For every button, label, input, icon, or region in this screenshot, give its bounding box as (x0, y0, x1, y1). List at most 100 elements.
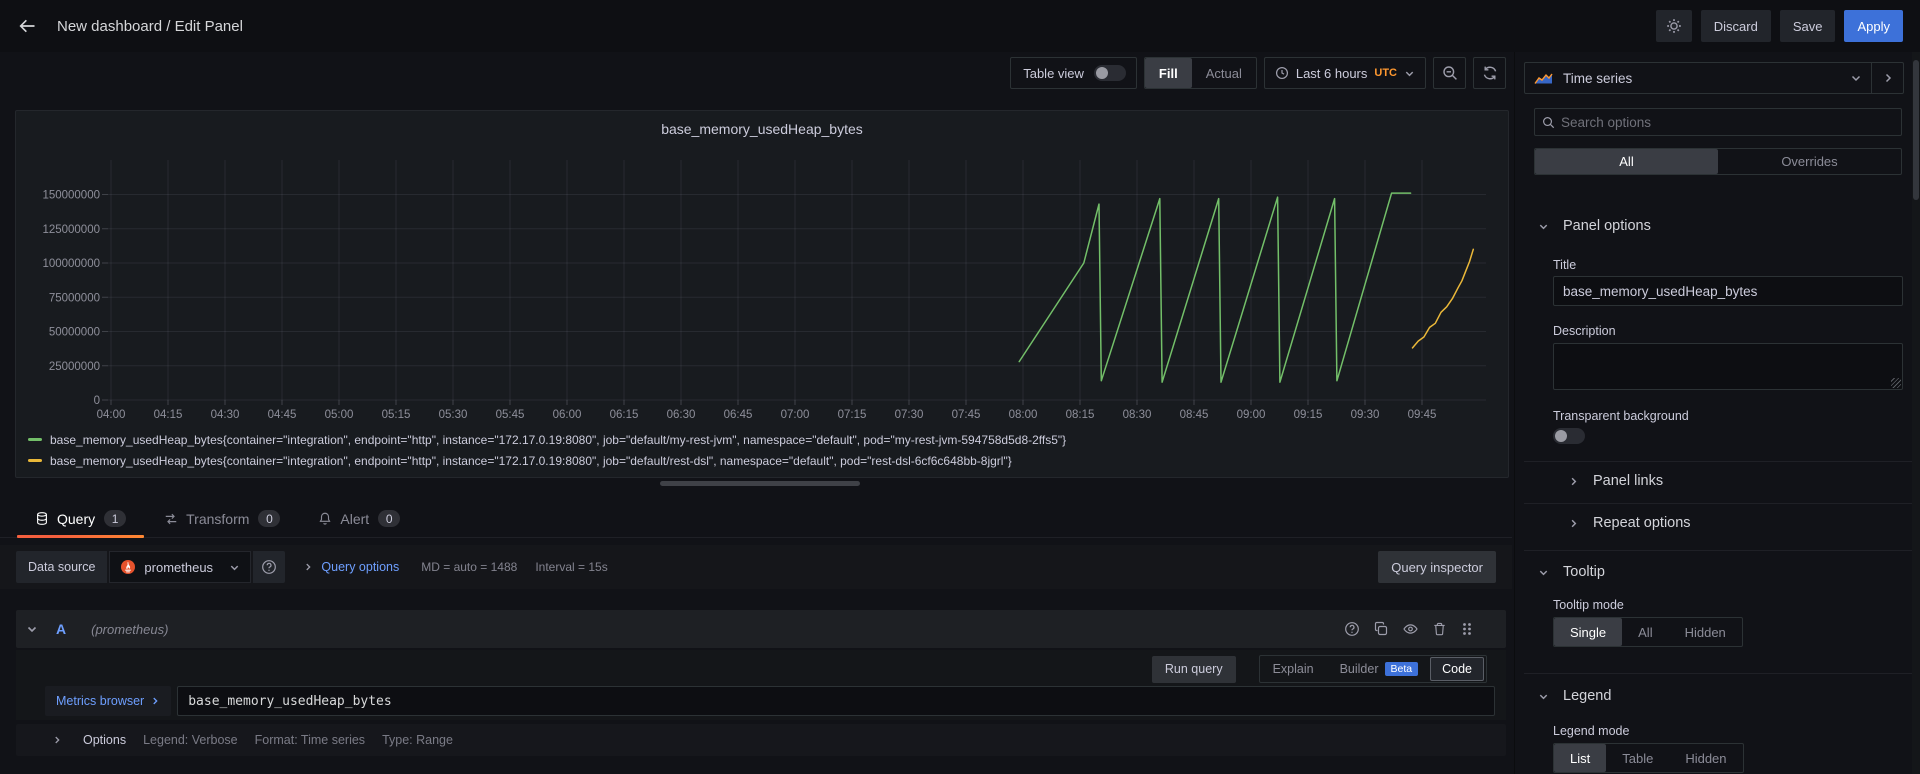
collapse-options-pane-button[interactable] (1871, 63, 1903, 93)
panel-options-section-header[interactable]: Panel options (1538, 218, 1651, 234)
time-range-picker[interactable]: Last 6 hours UTC (1264, 57, 1426, 89)
metrics-browser-button[interactable]: Metrics browser (45, 686, 171, 716)
run-query-button[interactable]: Run query (1152, 656, 1236, 683)
legend-mode-list[interactable]: List (1554, 744, 1606, 772)
divider (1524, 461, 1912, 462)
legend-section-title: Legend (1563, 688, 1611, 704)
options-label[interactable]: Options (83, 733, 126, 747)
refresh-icon (1482, 65, 1498, 81)
repeat-options-title: Repeat options (1593, 515, 1691, 531)
clock-icon (1275, 66, 1289, 80)
repeat-options-section-header[interactable]: Repeat options (1568, 515, 1691, 531)
tab-alert-label: Alert (340, 511, 369, 527)
timezone-label: UTC (1374, 67, 1397, 79)
angle-right-icon (1568, 518, 1579, 529)
svg-text:07:00: 07:00 (781, 409, 810, 421)
search-options-input[interactable] (1561, 115, 1894, 130)
back-button[interactable] (17, 16, 37, 36)
tooltip-mode-all[interactable]: All (1622, 618, 1668, 646)
datasource-row: Data source prometheus Query options MD … (0, 545, 1512, 589)
legend-series-item[interactable]: base_memory_usedHeap_bytes{container="in… (28, 450, 1066, 471)
legend-mode-table[interactable]: Table (1606, 744, 1669, 772)
panel-links-title: Panel links (1593, 473, 1663, 489)
query-options-toggle[interactable]: Query options (303, 560, 399, 574)
svg-text:05:30: 05:30 (439, 409, 468, 421)
panel-description-textarea[interactable] (1553, 343, 1903, 390)
code-option[interactable]: Code (1430, 657, 1484, 681)
horizontal-scrollbar[interactable] (660, 481, 860, 486)
visualization-select[interactable]: Time series (1525, 63, 1871, 93)
svg-text:07:45: 07:45 (952, 409, 981, 421)
nav-actions: Discard Save Apply (1656, 10, 1903, 42)
svg-text:09:45: 09:45 (1408, 409, 1437, 421)
chart-legend: base_memory_usedHeap_bytes{container="in… (28, 429, 1066, 471)
tab-all-options[interactable]: All (1535, 149, 1718, 174)
refresh-button[interactable] (1473, 57, 1506, 89)
sidebar-scrollbar-thumb[interactable] (1913, 60, 1919, 200)
svg-text:04:45: 04:45 (268, 409, 297, 421)
search-options-box (1534, 108, 1902, 136)
transparent-background-toggle[interactable] (1553, 428, 1585, 444)
query-inspector-button[interactable]: Query inspector (1378, 551, 1496, 583)
panel-title-input[interactable] (1553, 276, 1903, 306)
builder-option[interactable]: Builder Beta (1327, 662, 1427, 676)
legend-summary: Legend: Verbose (143, 733, 238, 747)
zoom-out-button[interactable] (1433, 57, 1466, 89)
tooltip-mode-group: Single All Hidden (1553, 617, 1743, 647)
resize-handle-icon[interactable] (1891, 378, 1901, 388)
prometheus-icon (120, 559, 136, 575)
svg-text:09:30: 09:30 (1351, 409, 1380, 421)
series-color-swatch (28, 459, 42, 462)
tab-overrides[interactable]: Overrides (1718, 149, 1901, 174)
table-view-label: Table view (1011, 66, 1094, 81)
datasource-help-button[interactable] (253, 551, 285, 583)
svg-text:50000000: 50000000 (49, 327, 100, 339)
collapse-chevron-icon[interactable] (26, 623, 38, 635)
svg-text:08:00: 08:00 (1009, 409, 1038, 421)
sidebar-scrollbar-track[interactable] (1912, 52, 1920, 774)
tab-query[interactable]: Query 1 (17, 500, 144, 537)
bell-icon (318, 511, 332, 526)
eye-icon[interactable] (1402, 621, 1419, 637)
help-circle-icon[interactable] (1344, 621, 1360, 637)
fill-option[interactable]: Fill (1145, 58, 1192, 88)
trash-icon[interactable] (1432, 621, 1447, 637)
panel-settings-button[interactable] (1656, 10, 1692, 42)
legend-section-header[interactable]: Legend (1538, 688, 1611, 704)
svg-text:05:45: 05:45 (496, 409, 525, 421)
tab-alert[interactable]: Alert 0 (300, 500, 418, 537)
promql-expression-input[interactable] (177, 686, 1495, 716)
svg-text:06:00: 06:00 (553, 409, 582, 421)
datasource-picker[interactable]: prometheus (109, 551, 251, 583)
tooltip-mode-hidden[interactable]: Hidden (1669, 618, 1742, 646)
query-row-header[interactable]: A (prometheus) (16, 610, 1506, 648)
tooltip-section-title: Tooltip (1563, 564, 1605, 580)
chevron-down-icon (1538, 691, 1549, 702)
legend-mode-hidden[interactable]: Hidden (1669, 744, 1742, 772)
tooltip-section-header[interactable]: Tooltip (1538, 564, 1605, 580)
arrow-left-icon (17, 16, 37, 36)
tab-transform[interactable]: Transform 0 (146, 500, 298, 537)
save-button[interactable]: Save (1780, 10, 1836, 42)
fill-actual-group: Fill Actual (1144, 57, 1257, 89)
apply-button[interactable]: Apply (1844, 10, 1903, 42)
legend-mode-label: Legend mode (1553, 724, 1629, 738)
legend-series-item[interactable]: base_memory_usedHeap_bytes{container="in… (28, 429, 1066, 450)
svg-text:08:15: 08:15 (1066, 409, 1095, 421)
panel-links-section-header[interactable]: Panel links (1568, 473, 1663, 489)
tab-transform-label: Transform (186, 511, 249, 527)
datasource-value: prometheus (144, 560, 213, 575)
svg-text:07:30: 07:30 (895, 409, 924, 421)
angle-right-icon[interactable] (52, 735, 62, 745)
discard-button[interactable]: Discard (1701, 10, 1771, 42)
svg-text:100000000: 100000000 (42, 258, 100, 270)
tooltip-mode-single[interactable]: Single (1554, 618, 1622, 646)
actual-option[interactable]: Actual (1192, 58, 1256, 88)
duplicate-icon[interactable] (1373, 621, 1389, 637)
drag-handle-icon[interactable] (1460, 621, 1474, 637)
transform-count-badge: 0 (258, 510, 280, 527)
legend-mode-group: List Table Hidden (1553, 743, 1744, 773)
panel-title: base_memory_usedHeap_bytes (16, 121, 1508, 137)
explain-option[interactable]: Explain (1260, 662, 1327, 676)
table-view-toggle[interactable] (1094, 65, 1126, 81)
